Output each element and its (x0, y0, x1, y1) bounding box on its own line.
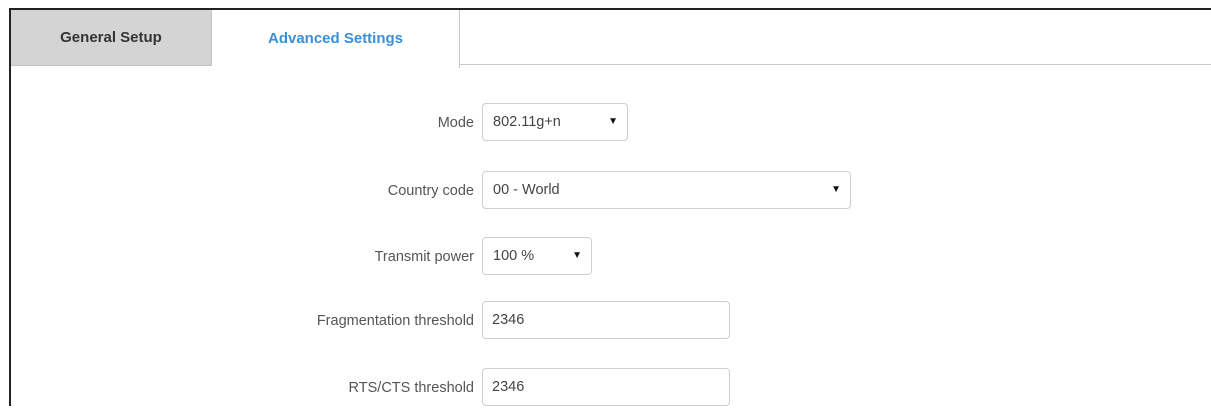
tab-advanced-settings-label: Advanced Settings (267, 29, 404, 47)
rts-cts-threshold-label: RTS/CTS threshold (348, 380, 474, 396)
caret-down-icon: ▼ (608, 116, 618, 127)
rts-cts-threshold-input[interactable]: 2346 (482, 368, 730, 406)
country-code-select[interactable]: 00 - World ▼ (482, 171, 851, 209)
caret-down-icon: ▼ (831, 184, 841, 195)
transmit-power-row: Transmit power 100 % ▼ (11, 237, 1211, 277)
tab-general-setup[interactable]: General Setup (11, 10, 212, 66)
mode-label: Mode (437, 115, 474, 131)
mode-select-value: 802.11g+n (493, 114, 561, 130)
tab-bar: General Setup Advanced Settings (11, 10, 1211, 68)
fragmentation-threshold-row: Fragmentation threshold 2346 (11, 301, 1211, 341)
country-code-select-value: 00 - World (493, 182, 560, 198)
country-code-label: Country code (387, 183, 474, 199)
country-code-row: Country code 00 - World ▼ (11, 171, 1211, 211)
mode-select[interactable]: 802.11g+n ▼ (482, 103, 628, 141)
rts-cts-threshold-value: 2346 (492, 379, 525, 395)
transmit-power-select[interactable]: 100 % ▼ (482, 237, 592, 275)
fragmentation-threshold-input[interactable]: 2346 (482, 301, 730, 339)
rts-cts-threshold-row: RTS/CTS threshold 2346 (11, 368, 1211, 408)
mode-row: Mode 802.11g+n ▼ (11, 103, 1211, 143)
transmit-power-label: Transmit power (374, 249, 474, 265)
tab-bar-divider (459, 64, 1211, 65)
fragmentation-threshold-value: 2346 (492, 312, 525, 328)
settings-panel: General Setup Advanced Settings Mode 802… (9, 8, 1211, 406)
tab-general-setup-label: General Setup (60, 29, 162, 46)
tab-advanced-settings[interactable]: Advanced Settings (212, 10, 460, 68)
transmit-power-select-value: 100 % (493, 248, 535, 264)
caret-down-icon: ▼ (572, 250, 582, 261)
fragmentation-threshold-label: Fragmentation threshold (316, 313, 474, 329)
